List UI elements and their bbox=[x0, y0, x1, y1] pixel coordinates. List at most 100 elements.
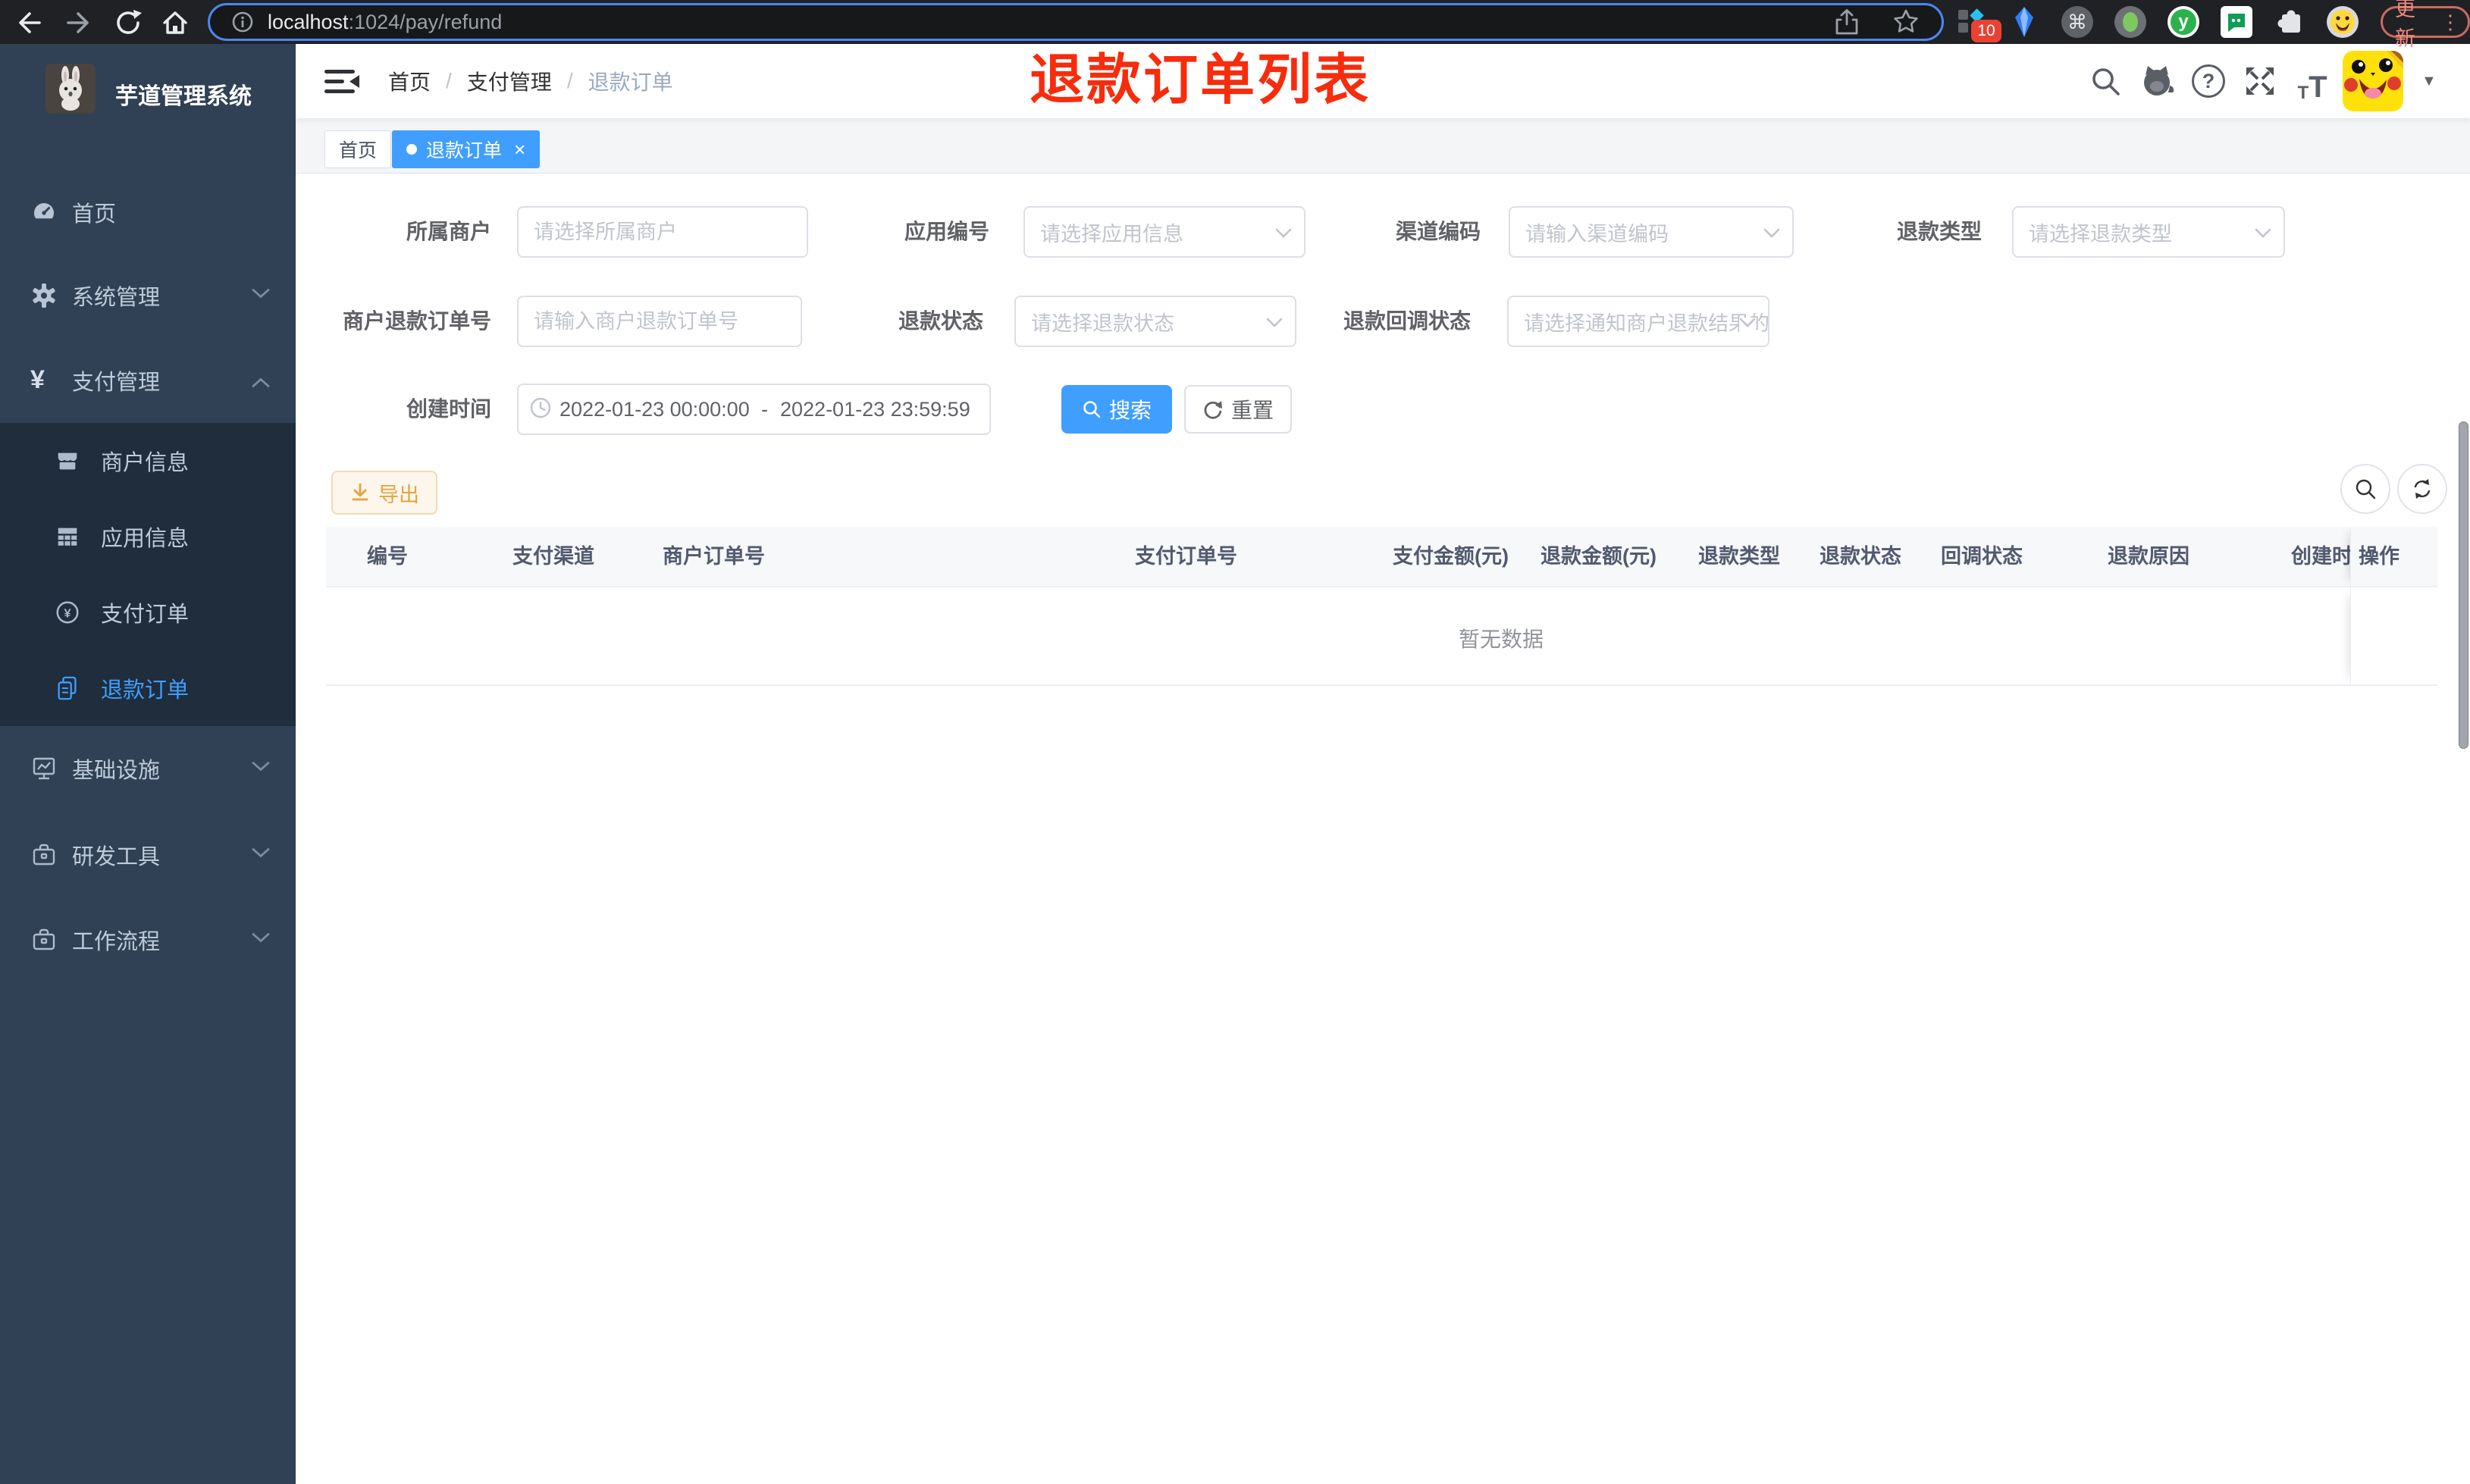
hamburger-icon bbox=[324, 70, 359, 93]
extensions-puzzle-icon[interactable] bbox=[2272, 5, 2307, 39]
sidebar-logo[interactable]: 芋道管理系统 bbox=[0, 61, 296, 129]
tag-refund-order[interactable]: 退款订单 × bbox=[392, 130, 541, 168]
chevron-down-icon bbox=[252, 762, 270, 776]
label-merchant-refund-no: 商户退款订单号 bbox=[342, 309, 491, 333]
sidebar-item-infra[interactable]: 基础设施 bbox=[0, 726, 296, 811]
page: localhost:1024/pay/refund 10 ⌘ y 更新 ⋮ 芋… bbox=[0, 0, 2470, 1484]
page-scrollbar-thumb[interactable] bbox=[2459, 421, 2468, 749]
extension-command-icon[interactable]: ⌘ bbox=[2060, 5, 2095, 39]
column-header-actions: 操作 bbox=[2350, 527, 2437, 587]
refresh-table-button[interactable] bbox=[2397, 464, 2447, 514]
extension-chat-icon[interactable] bbox=[2219, 5, 2254, 39]
empty-text: 暂无数据 bbox=[1458, 628, 1544, 651]
label-app-no: 应用编号 bbox=[904, 220, 989, 243]
chevron-down-icon bbox=[1275, 228, 1292, 243]
github-icon bbox=[2144, 66, 2174, 95]
browser-back-button[interactable] bbox=[11, 5, 45, 40]
chevron-up-icon bbox=[252, 374, 270, 388]
clock-icon bbox=[529, 396, 552, 423]
tag-home[interactable]: 首页 bbox=[324, 130, 392, 168]
header-help-button[interactable]: ? bbox=[2187, 60, 2230, 102]
app-title: 芋道管理系统 bbox=[115, 84, 252, 109]
extension-badge: 10 bbox=[1971, 20, 2001, 42]
green-chat-icon bbox=[2221, 6, 2252, 38]
briefcase-icon bbox=[30, 926, 58, 953]
breadcrumb-pay[interactable]: 支付管理 bbox=[467, 66, 552, 96]
toggle-search-button[interactable] bbox=[2340, 464, 2390, 514]
sidebar-item-merchant-info[interactable]: 商户信息 bbox=[0, 423, 296, 499]
sidebar-item-dev-tools[interactable]: 研发工具 bbox=[0, 812, 296, 897]
browser-forward-button[interactable] bbox=[62, 5, 97, 40]
bookmark-star-icon[interactable] bbox=[1892, 8, 1920, 36]
label-channel: 渠道编码 bbox=[1395, 220, 1481, 243]
address-bar[interactable]: localhost:1024/pay/refund bbox=[208, 3, 1944, 41]
search-icon bbox=[2356, 479, 2376, 499]
merchant-refund-no-input[interactable] bbox=[517, 296, 802, 347]
refund-type-select[interactable]: 请选择退款类型 bbox=[2012, 206, 2285, 258]
reload-icon bbox=[117, 10, 142, 34]
label-refund-type: 退款类型 bbox=[1896, 220, 1982, 243]
column-header-id: 编号 bbox=[367, 545, 408, 568]
column-header-pay-order-no: 支付订单号 bbox=[1135, 545, 1237, 568]
notify-status-select[interactable]: 请选择通知商户退款结果的 bbox=[1507, 296, 1769, 347]
browser-profile-avatar[interactable] bbox=[2325, 5, 2360, 39]
font-size-icon: T bbox=[2297, 83, 2309, 103]
extension-green-dot-icon[interactable] bbox=[2113, 5, 2148, 39]
yen-circle-icon: ¥ bbox=[55, 600, 80, 625]
range-end-value: 2022-01-23 23:59:59 bbox=[780, 397, 970, 421]
app-no-select[interactable]: 请选择应用信息 bbox=[1023, 206, 1306, 258]
site-info-icon[interactable] bbox=[231, 11, 254, 33]
label-notify-status: 退款回调状态 bbox=[1343, 309, 1471, 333]
browser-update-button[interactable]: 更新 ⋮ bbox=[2381, 0, 2470, 50]
breadcrumb: 首页 / 支付管理 / 退款订单 bbox=[388, 44, 673, 118]
header-github-button[interactable] bbox=[2136, 60, 2178, 102]
search-button[interactable]: 搜索 bbox=[1061, 385, 1172, 434]
sidebar: 芋道管理系统 首页 系统管理 ¥ 支付管理 商户信息 应用信息 ¥ 支付订单 退… bbox=[0, 44, 296, 1484]
green-dot-icon bbox=[2114, 6, 2146, 38]
header-font-size-button[interactable]: TT bbox=[2291, 60, 2334, 102]
svg-text:¥: ¥ bbox=[64, 607, 71, 621]
command-glyph: ⌘ bbox=[2061, 6, 2093, 38]
share-icon[interactable] bbox=[1832, 8, 1861, 36]
column-header-refund-reason: 退款原因 bbox=[2108, 545, 2189, 568]
channel-select[interactable]: 请输入渠道编码 bbox=[1509, 206, 1794, 258]
extension-gem-icon[interactable] bbox=[2007, 5, 2042, 39]
user-avatar[interactable] bbox=[2343, 51, 2403, 111]
fullscreen-icon bbox=[2246, 67, 2274, 95]
header-search-button[interactable] bbox=[2084, 60, 2127, 102]
header-fullscreen-button[interactable] bbox=[2239, 60, 2281, 102]
browser-home-button[interactable] bbox=[158, 5, 193, 40]
tag-close-icon[interactable]: × bbox=[514, 138, 525, 161]
column-header-merchant-order-no: 商户订单号 bbox=[663, 545, 765, 568]
document-icon bbox=[55, 675, 80, 701]
extension-yuque-icon[interactable]: y bbox=[2166, 5, 2201, 39]
export-button[interactable]: 导出 bbox=[331, 471, 437, 515]
sidebar-item-pay-order[interactable]: ¥ 支付订单 bbox=[0, 575, 296, 650]
sidebar-item-system[interactable]: 系统管理 bbox=[0, 253, 296, 338]
range-separator: - bbox=[761, 397, 768, 421]
sidebar-item-app-info[interactable]: 应用信息 bbox=[0, 499, 296, 575]
home-icon bbox=[163, 11, 187, 34]
annotation-title: 退款订单列表 bbox=[1030, 50, 1371, 111]
sidebar-item-pay[interactable]: ¥ 支付管理 bbox=[0, 338, 296, 423]
grid-table-icon bbox=[55, 524, 80, 549]
browser-reload-button[interactable] bbox=[111, 5, 146, 40]
breadcrumb-separator: / bbox=[446, 69, 452, 92]
sidebar-item-refund-order[interactable]: 退款订单 bbox=[0, 650, 296, 726]
breadcrumb-home[interactable]: 首页 bbox=[388, 66, 431, 96]
logo-rabbit-icon bbox=[45, 64, 96, 117]
chevron-down-icon bbox=[252, 848, 270, 863]
sidebar-item-workflow[interactable]: 工作流程 bbox=[0, 897, 296, 982]
merchant-input[interactable] bbox=[517, 206, 808, 258]
sidebar-collapse-button[interactable] bbox=[324, 69, 361, 98]
create-time-range-picker[interactable]: 2022-01-23 00:00:00 - 2022-01-23 23:59:5… bbox=[517, 384, 991, 435]
pikachu-avatar-icon bbox=[2343, 51, 2403, 111]
breadcrumb-current: 退款订单 bbox=[588, 70, 673, 94]
sidebar-item-home[interactable]: 首页 bbox=[0, 170, 296, 255]
browser-menu-dots-icon[interactable]: ⋮ bbox=[2440, 11, 2460, 34]
refresh-icon bbox=[2414, 479, 2431, 499]
reset-button[interactable]: 重置 bbox=[1184, 385, 1292, 434]
avatar-dropdown-caret-icon[interactable]: ▼ bbox=[2421, 73, 2437, 90]
gear-icon bbox=[30, 282, 58, 309]
refund-status-select[interactable]: 请选择退款状态 bbox=[1014, 296, 1296, 347]
